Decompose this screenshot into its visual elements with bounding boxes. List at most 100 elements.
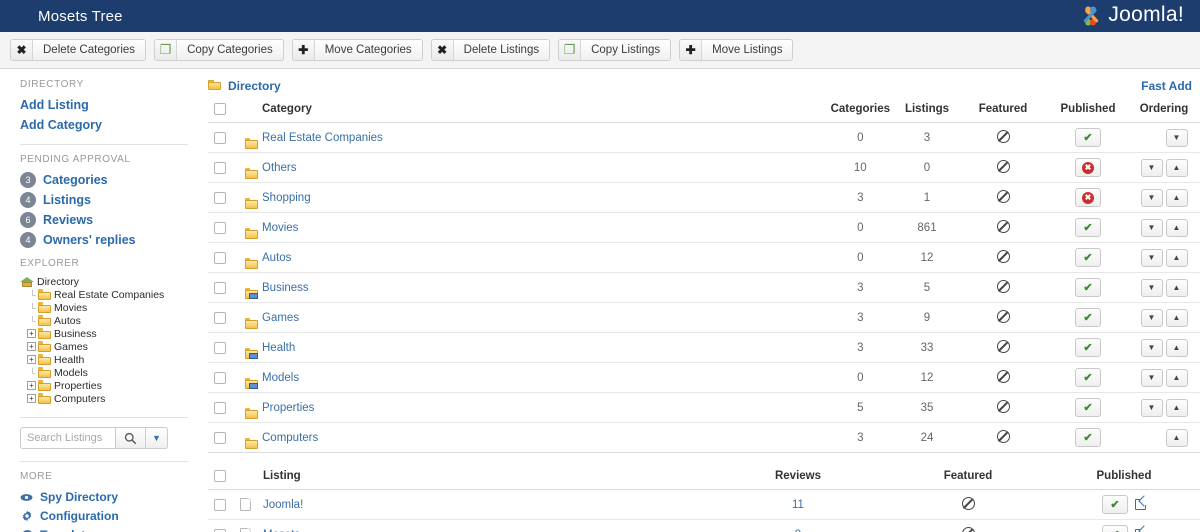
order-up-button[interactable]: ▲ bbox=[1166, 339, 1188, 357]
order-down-button[interactable]: ▼ bbox=[1141, 339, 1163, 357]
order-down-button[interactable]: ▼ bbox=[1141, 279, 1163, 297]
category-link[interactable]: Business bbox=[262, 282, 309, 294]
reviews-link[interactable]: 8 bbox=[795, 529, 801, 532]
not-featured-icon[interactable] bbox=[962, 527, 975, 532]
category-link[interactable]: Shopping bbox=[262, 192, 311, 204]
pending-label-categories[interactable]: Categories bbox=[43, 173, 108, 187]
fast-add-link[interactable]: Fast Add bbox=[1141, 79, 1192, 93]
pending-item-categories[interactable]: 3 Categories bbox=[20, 171, 188, 189]
tree-node-properties[interactable]: + Properties bbox=[20, 379, 188, 392]
not-featured-icon[interactable] bbox=[997, 130, 1010, 143]
row-checkbox[interactable] bbox=[214, 312, 226, 324]
unpublished-toggle-button[interactable]: ✖ bbox=[1075, 188, 1101, 207]
pending-label-reviews[interactable]: Reviews bbox=[43, 213, 93, 227]
expand-plus-icon[interactable]: + bbox=[27, 355, 36, 364]
published-toggle-button[interactable]: ✔ bbox=[1075, 128, 1101, 147]
expand-plus-icon[interactable]: + bbox=[27, 381, 36, 390]
published-toggle-button[interactable]: ✔ bbox=[1075, 428, 1101, 447]
unpublished-toggle-button[interactable]: ✖ bbox=[1075, 158, 1101, 177]
order-down-button[interactable]: ▼ bbox=[1141, 249, 1163, 267]
order-down-button[interactable]: ▼ bbox=[1166, 129, 1188, 147]
row-checkbox[interactable] bbox=[214, 402, 226, 414]
pending-item-reviews[interactable]: 6 Reviews bbox=[20, 211, 188, 229]
copy-categories-button[interactable]: ❐ Copy Categories bbox=[154, 39, 284, 61]
tree-node-models[interactable]: └ Models bbox=[20, 366, 188, 379]
order-down-button[interactable]: ▼ bbox=[1141, 219, 1163, 237]
header-published[interactable]: Published bbox=[1048, 99, 1128, 123]
row-checkbox[interactable] bbox=[214, 529, 226, 532]
more-label-spy-directory[interactable]: Spy Directory bbox=[40, 490, 118, 504]
order-up-button[interactable]: ▲ bbox=[1166, 399, 1188, 417]
category-link[interactable]: Health bbox=[262, 342, 295, 354]
move-listings-button[interactable]: ✚ Move Listings bbox=[679, 39, 793, 61]
row-checkbox[interactable] bbox=[214, 342, 226, 354]
pending-label-listings[interactable]: Listings bbox=[43, 193, 91, 207]
reviews-link[interactable]: 11 bbox=[792, 499, 804, 511]
row-checkbox[interactable] bbox=[214, 282, 226, 294]
breadcrumb-link-directory[interactable]: Directory bbox=[228, 79, 281, 93]
more-item-configuration[interactable]: Configuration bbox=[20, 507, 188, 525]
not-featured-icon[interactable] bbox=[997, 310, 1010, 323]
not-featured-icon[interactable] bbox=[997, 340, 1010, 353]
header-categories[interactable]: Categories bbox=[825, 99, 896, 123]
row-checkbox[interactable] bbox=[214, 192, 226, 204]
tree-node-directory[interactable]: Directory bbox=[20, 275, 188, 288]
category-link[interactable]: Real Estate Companies bbox=[262, 132, 383, 144]
order-up-button[interactable]: ▲ bbox=[1166, 429, 1188, 447]
published-toggle-button[interactable]: ✔ bbox=[1102, 495, 1128, 514]
row-checkbox[interactable] bbox=[214, 222, 226, 234]
category-link[interactable]: Others bbox=[262, 162, 297, 174]
category-link[interactable]: Autos bbox=[262, 252, 291, 264]
not-featured-icon[interactable] bbox=[997, 250, 1010, 263]
delete-listings-button[interactable]: ✖ Delete Listings bbox=[431, 39, 550, 61]
pending-label-owners-replies[interactable]: Owners' replies bbox=[43, 233, 136, 247]
row-checkbox[interactable] bbox=[214, 132, 226, 144]
row-checkbox[interactable] bbox=[214, 252, 226, 264]
published-toggle-button[interactable]: ✔ bbox=[1075, 338, 1101, 357]
expand-plus-icon[interactable]: + bbox=[27, 394, 36, 403]
order-up-button[interactable]: ▲ bbox=[1166, 309, 1188, 327]
not-featured-icon[interactable] bbox=[997, 370, 1010, 383]
published-toggle-button[interactable]: ✔ bbox=[1075, 368, 1101, 387]
not-featured-icon[interactable] bbox=[997, 160, 1010, 173]
order-up-button[interactable]: ▲ bbox=[1166, 159, 1188, 177]
row-checkbox[interactable] bbox=[214, 499, 226, 511]
expand-plus-icon[interactable]: + bbox=[27, 342, 36, 351]
row-checkbox[interactable] bbox=[214, 432, 226, 444]
tree-node-business[interactable]: + Business bbox=[20, 327, 188, 340]
order-up-button[interactable]: ▲ bbox=[1166, 219, 1188, 237]
order-down-button[interactable]: ▼ bbox=[1141, 369, 1163, 387]
published-toggle-button[interactable]: ✔ bbox=[1075, 308, 1101, 327]
header-featured[interactable]: Featured bbox=[958, 99, 1048, 123]
external-link-icon[interactable] bbox=[1135, 499, 1146, 510]
expand-plus-icon[interactable]: + bbox=[27, 329, 36, 338]
category-link[interactable]: Games bbox=[262, 312, 299, 324]
category-link[interactable]: Properties bbox=[262, 402, 314, 414]
not-featured-icon[interactable] bbox=[997, 430, 1010, 443]
tree-node-games[interactable]: + Games bbox=[20, 340, 188, 353]
published-toggle-button[interactable]: ✔ bbox=[1075, 278, 1101, 297]
more-item-spy-directory[interactable]: Spy Directory bbox=[20, 488, 188, 506]
sidebar-item-add-listing[interactable]: Add Listing bbox=[20, 96, 188, 114]
order-down-button[interactable]: ▼ bbox=[1141, 309, 1163, 327]
header-listing-published[interactable]: Published bbox=[1048, 466, 1200, 490]
published-toggle-button[interactable]: ✔ bbox=[1075, 248, 1101, 267]
published-toggle-button[interactable]: ✔ bbox=[1075, 398, 1101, 417]
search-icon[interactable] bbox=[116, 427, 146, 449]
more-label-templates[interactable]: Templates bbox=[40, 528, 98, 532]
tree-node-computers[interactable]: + Computers bbox=[20, 392, 188, 405]
category-link[interactable]: Models bbox=[262, 372, 299, 384]
move-categories-button[interactable]: ✚ Move Categories bbox=[292, 39, 423, 61]
published-toggle-button[interactable]: ✔ bbox=[1075, 218, 1101, 237]
not-featured-icon[interactable] bbox=[997, 220, 1010, 233]
row-checkbox[interactable] bbox=[214, 372, 226, 384]
tree-node-autos[interactable]: └ Autos bbox=[20, 314, 188, 327]
sidebar-item-add-category[interactable]: Add Category bbox=[20, 116, 188, 134]
header-listing-featured[interactable]: Featured bbox=[888, 466, 1048, 490]
search-input[interactable] bbox=[20, 427, 116, 449]
pending-item-owners-replies[interactable]: 4 Owners' replies bbox=[20, 231, 188, 249]
order-down-button[interactable]: ▼ bbox=[1141, 189, 1163, 207]
more-item-templates[interactable]: Templates bbox=[20, 526, 188, 532]
tree-node-movies[interactable]: └ Movies bbox=[20, 301, 188, 314]
header-listings[interactable]: Listings bbox=[896, 99, 958, 123]
